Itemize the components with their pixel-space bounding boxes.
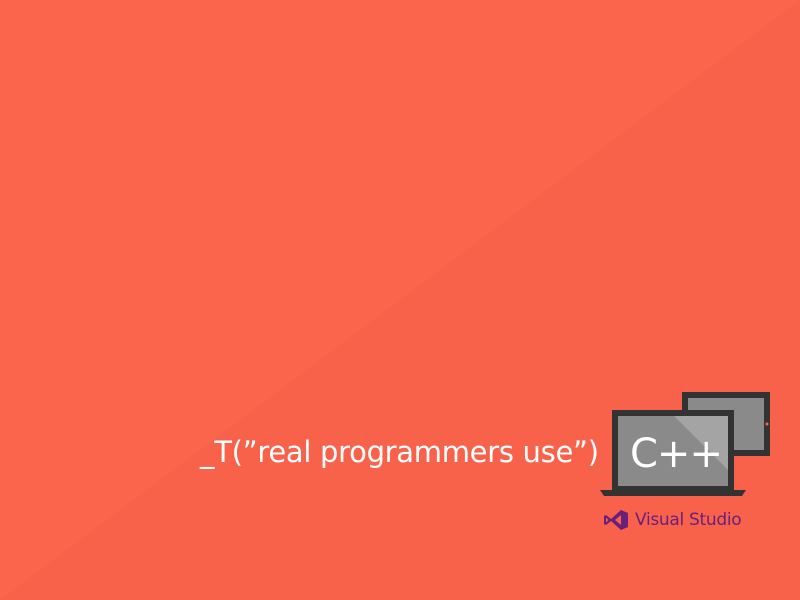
tablet-button [765, 422, 769, 426]
desktop-wallpaper: _T(”real programmers use”) C++ Visual St… [0, 0, 800, 600]
tagline-text: _T(”real programmers use”) [200, 435, 599, 469]
visual-studio-icon [604, 510, 628, 530]
visual-studio-name: Visual Studio [635, 510, 742, 530]
visual-studio-logo: Visual Studio [603, 508, 763, 532]
cpp-screen-label: C++ [630, 431, 723, 477]
laptop-base [600, 490, 746, 496]
